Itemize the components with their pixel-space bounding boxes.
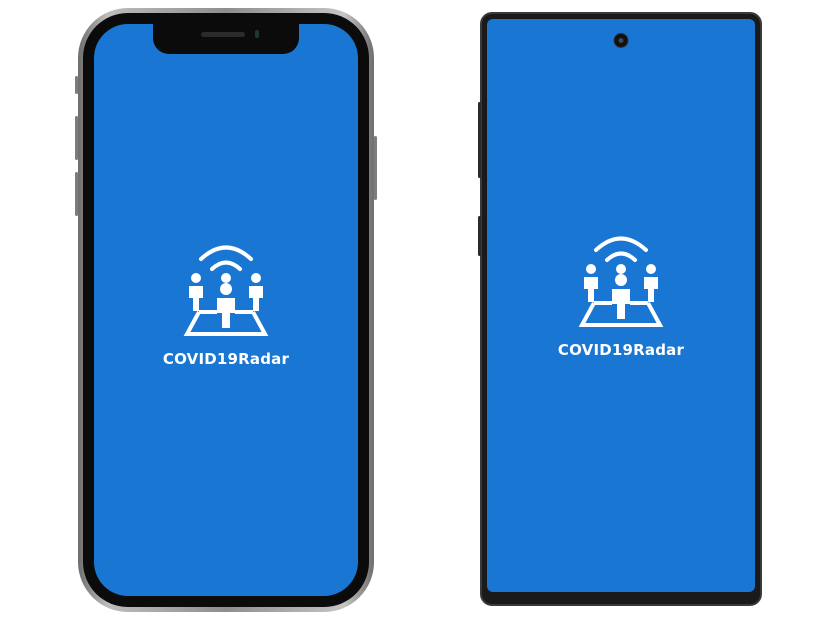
front-camera-icon: [255, 30, 259, 38]
people-radar-icon: [578, 236, 664, 327]
android-power-button: [478, 216, 481, 256]
speaker-grille: [201, 32, 245, 37]
iphone-volume-up-button: [75, 116, 78, 160]
app-name-label: COVID19Radar: [557, 341, 685, 359]
iphone-volume-down-button: [75, 172, 78, 216]
splash-content: COVID19Radar: [487, 231, 755, 359]
iphone-power-button: [374, 136, 377, 200]
splash-content: COVID19Radar: [94, 240, 358, 368]
people-radar-icon: [183, 245, 269, 336]
android-splash-screen: COVID19Radar: [487, 19, 755, 592]
app-name-label: COVID19Radar: [162, 350, 290, 368]
iphone-notch: [153, 24, 299, 54]
iphone-silent-switch: [75, 76, 78, 94]
android-bixby-button: [478, 102, 481, 178]
iphone-device-frame: COVID19Radar: [75, 8, 377, 612]
iphone-splash-screen: COVID19Radar: [94, 24, 358, 596]
front-camera-icon: [613, 33, 629, 48]
android-device-frame: COVID19Radar: [478, 12, 762, 606]
